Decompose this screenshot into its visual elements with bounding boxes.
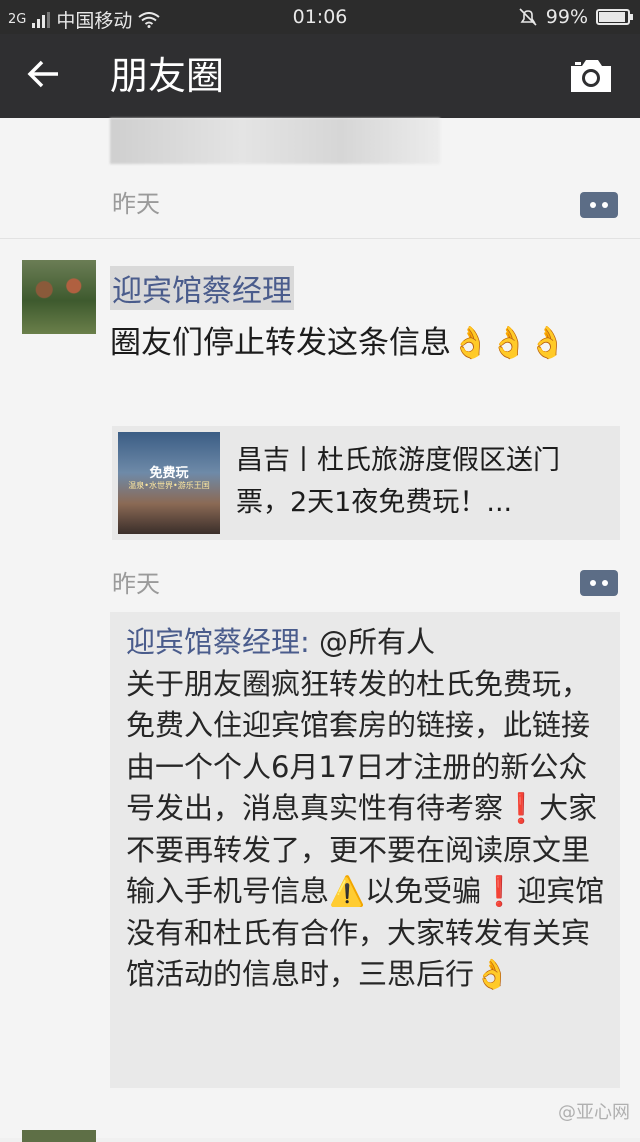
previous-post-time: 昨天 <box>112 190 160 218</box>
post-divider <box>0 238 640 239</box>
thumbnail-subtitle: 温泉•水世界•游乐王国 <box>128 481 210 490</box>
camera-button[interactable] <box>568 56 614 96</box>
comment-item[interactable]: 迎宾馆蔡经理: @所有人关于朋友圈疯狂转发的杜氏免费玩，免费入住迎宾馆套房的链接… <box>126 622 606 996</box>
post-time: 昨天 <box>112 570 160 598</box>
comment-button[interactable] <box>580 570 618 596</box>
comment-section: 迎宾馆蔡经理: @所有人关于朋友圈疯狂转发的杜氏免费玩，免费入住迎宾馆套房的链接… <box>110 612 620 1088</box>
battery-icon <box>596 9 633 25</box>
bell-slash-icon <box>519 8 537 26</box>
link-card[interactable]: 免费玩 温泉•水世界•游乐王国 昌吉丨杜氏旅游度假区送门票，2天1夜免费玩！..… <box>112 426 620 540</box>
camera-icon <box>571 60 611 92</box>
comment-body: 关于朋友圈疯狂转发的杜氏免费玩，免费入住迎宾馆套房的链接，此链接由一个个人6月1… <box>126 666 605 992</box>
watermark: @亚心网 <box>558 1102 630 1123</box>
page-title: 朋友圈 <box>110 54 225 98</box>
avatar[interactable] <box>22 260 96 334</box>
top-nav-bar: 朋友圈 <box>0 34 640 118</box>
post-author[interactable]: 迎宾馆蔡经理 <box>110 266 294 310</box>
arrow-left-icon <box>27 60 58 88</box>
previous-post-image[interactable] <box>110 118 440 164</box>
comment-author[interactable]: 迎宾馆蔡经理: <box>126 625 310 659</box>
next-post-avatar[interactable] <box>22 1130 96 1142</box>
comment-button[interactable] <box>580 192 618 218</box>
post-text: 圈友们停止转发这条信息👌👌👌 <box>110 325 567 361</box>
moments-feed[interactable]: 昨天 迎宾馆蔡经理 圈友们停止转发这条信息👌👌👌 免费玩 温泉•水世界•游乐王国… <box>0 118 640 1142</box>
link-thumbnail: 免费玩 温泉•水世界•游乐王国 <box>118 432 220 534</box>
thumbnail-title: 免费玩 <box>149 466 189 481</box>
status-bar: 2G 中国移动 01:06 99% <box>0 0 640 34</box>
back-button[interactable] <box>22 52 66 96</box>
battery-percent: 99% <box>545 6 588 28</box>
comment-mention: @所有人 <box>309 625 435 659</box>
link-title: 昌吉丨杜氏旅游度假区送门票，2天1夜免费玩！... <box>236 445 560 518</box>
